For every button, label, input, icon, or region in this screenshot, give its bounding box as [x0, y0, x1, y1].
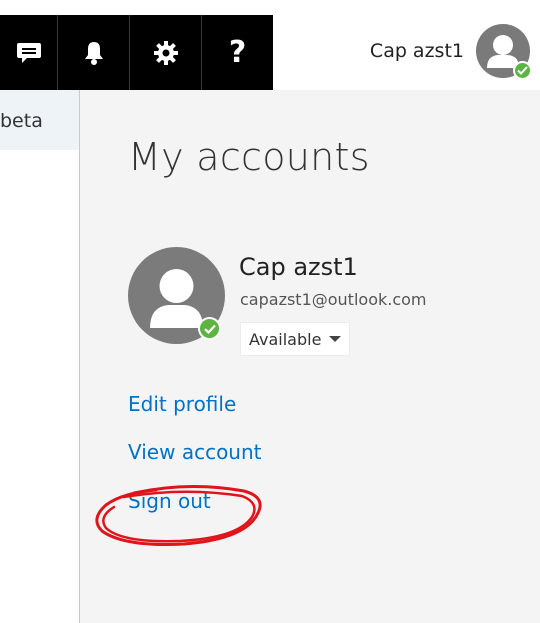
- sign-out-link[interactable]: Sign out: [128, 489, 211, 513]
- status-available-icon: [513, 61, 532, 80]
- chevron-down-icon: [329, 336, 342, 342]
- left-nav: beta: [0, 90, 80, 623]
- settings-button[interactable]: [130, 15, 203, 90]
- header-user[interactable]: Cap azst1: [369, 24, 532, 80]
- presence-status-dropdown[interactable]: Available: [240, 322, 351, 356]
- avatar[interactable]: [476, 24, 532, 80]
- help-icon: ?: [228, 35, 247, 70]
- chat-button[interactable]: [0, 15, 59, 90]
- help-button[interactable]: ?: [202, 15, 273, 90]
- page-title: My accounts: [128, 135, 370, 179]
- edit-profile-link[interactable]: Edit profile: [128, 392, 236, 416]
- browser-chrome-strip: [0, 0, 540, 15]
- top-toolbar: ?: [0, 15, 273, 90]
- bell-icon: [83, 40, 105, 66]
- account-name: Cap azst1: [239, 253, 358, 281]
- chat-icon: [16, 41, 42, 65]
- header-user-name: Cap azst1: [369, 40, 464, 62]
- presence-status-value: Available: [249, 329, 322, 349]
- my-accounts-panel: My accounts Cap azst1 capazst1@outlook.c…: [80, 90, 540, 623]
- view-account-link[interactable]: View account: [128, 440, 262, 464]
- account-email: capazst1@outlook.com: [240, 290, 427, 309]
- gear-icon: [153, 40, 179, 66]
- account-avatar[interactable]: [128, 247, 225, 344]
- status-available-icon: [198, 317, 221, 340]
- left-nav-item-beta[interactable]: beta: [0, 90, 79, 150]
- notifications-button[interactable]: [58, 15, 131, 90]
- left-nav-item-label: beta: [0, 110, 43, 132]
